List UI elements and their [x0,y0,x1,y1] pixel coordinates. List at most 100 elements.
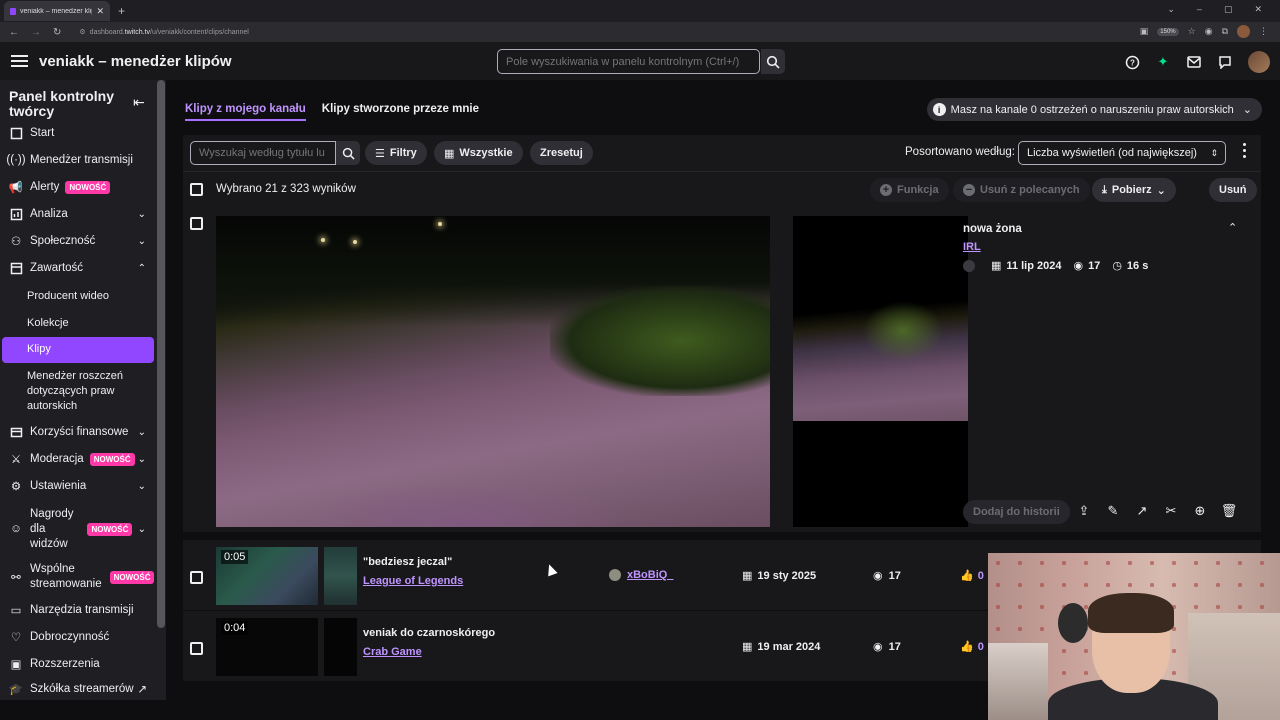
tab-close-icon[interactable]: ✕ [96,6,104,17]
clip-title: nowa żona [963,223,1022,235]
clip-checkbox[interactable] [190,642,203,655]
select-arrows-icon: ⇕ [1210,148,1218,158]
clip-category-link[interactable]: League of Legends [363,575,463,587]
sidebar-item-stream-manager[interactable]: ((·)) Menedżer transmisji [0,153,156,167]
mail-icon[interactable] [1186,54,1202,70]
analytics-icon [9,207,23,221]
chat-bubble-icon[interactable] [1217,54,1233,70]
url-field[interactable]: ⚙ dashboard.twitch.tv/u/veniakk/content/… [79,28,248,37]
clip-checkbox[interactable] [190,217,203,230]
dashboard-search-button[interactable] [761,49,785,74]
sidebar-item-alerts[interactable]: 📢 Alerty NOWOŚĆ [0,180,156,194]
clip-vertical-thumbnail[interactable] [324,618,357,676]
tab-list-icon[interactable]: ⌄ [1167,4,1175,15]
sidebar-item-moderation[interactable]: ⚔ Moderacja NOWOŚĆ ⌄ [0,452,156,466]
new-badge: NOWOŚĆ [109,570,155,584]
clip-date: ▦ 19 mar 2024 [742,640,821,654]
scissors-icon[interactable]: ✂ [1163,503,1179,519]
reload-icon[interactable]: ↻ [53,27,61,38]
clip-search-input[interactable] [190,141,336,165]
collapse-sidebar-icon[interactable]: ⇤ [133,94,145,111]
sidebar-item-settings[interactable]: ⚙ Ustawienia ⌄ [0,479,156,493]
clip-checkbox[interactable] [190,571,203,584]
add-circle-icon[interactable]: ⊕ [1192,503,1208,519]
sidebar-item-co-streaming[interactable]: ⚯ Wspólne streamowanie NOWOŚĆ [0,562,156,592]
sidebar-subitem-collections[interactable]: Kolekcje [27,316,69,331]
more-options-icon[interactable] [1241,143,1247,158]
sidebar-item-charity[interactable]: ♡ Dobroczynność [0,630,156,644]
sidebar-item-content[interactable]: Zawartość ⌃ [0,261,156,275]
sidebar-item-start[interactable]: Start [0,126,156,140]
calendar-icon: ▦ [991,260,1002,272]
crown-sparkle-icon[interactable]: ✦ [1155,54,1171,70]
sidebar-item-monetization[interactable]: Korzyści finansowe ⌄ [0,425,156,439]
chevron-down-icon: ⌄ [137,235,146,247]
feature-button[interactable]: + Funkcja [870,178,949,202]
window-close-icon[interactable]: ✕ [1254,4,1262,15]
sidebar-item-extensions[interactable]: ▣ Rozszerzenia [0,657,156,671]
minimize-icon[interactable]: – [1197,4,1202,15]
browser-menu-icon[interactable]: ⋮ [1259,26,1268,37]
trash-icon[interactable]: 🗑 [1221,503,1238,519]
maximize-icon[interactable]: ▢ [1224,4,1233,15]
sidebar-scrollbar[interactable] [157,80,165,628]
clip-views: ◉ 17 [873,569,901,583]
plus-circle-icon: + [880,184,892,196]
unfeature-button[interactable]: − Usuń z polecanych [953,178,1090,202]
filter-sliders-icon: ☰ [375,147,385,160]
copyright-warning[interactable]: i Masz na kanale 0 ostrzeżeń o naruszeni… [926,98,1262,121]
dashboard-search-input[interactable] [497,49,760,74]
new-badge: NOWOŚĆ [87,522,133,536]
extension-icon[interactable]: ◉ [1205,26,1213,37]
tab-my-clips[interactable]: Klipy stworzone przeze mnie [322,103,479,121]
back-icon[interactable]: ← [9,27,19,38]
extensions-puzzle-icon[interactable]: ⧉ [1222,26,1228,37]
home-icon [9,126,23,140]
sidebar-item-community[interactable]: ⚇ Społeczność ⌄ [0,234,156,248]
site-info-icon[interactable]: ⚙ [79,28,85,36]
filters-button[interactable]: ☰ Filtry [365,141,427,165]
user-avatar[interactable] [1248,51,1270,73]
clip-category-link[interactable]: Crab Game [363,646,422,658]
add-to-history-button[interactable]: Dodaj do historii [963,500,1070,524]
sidebar-subitem-copyright-claims[interactable]: Menedżer roszczeń dotyczących praw autor… [27,369,142,414]
download-button[interactable]: ⤓ Pobierz ⌄ [1092,178,1176,202]
sort-select[interactable]: Liczba wyświetleń (od największej) ⇕ [1018,141,1226,165]
eye-icon: ◉ [873,570,883,582]
open-external-icon[interactable]: ↗ [1134,503,1150,519]
tab-channel-clips[interactable]: Klipy z mojego kanału [185,103,306,121]
co-stream-icon: ⚯ [11,572,21,584]
collapse-chevron-up-icon[interactable]: ⌃ [1228,221,1237,234]
sidebar-subitem-video-producer[interactable]: Producent wideo [27,289,109,304]
select-all-checkbox[interactable] [190,183,203,196]
edit-pencil-icon[interactable]: ✎ [1105,503,1121,519]
clip-creator[interactable]: xBoBiQ_ [609,569,673,581]
chevron-up-icon: ⌃ [137,262,146,274]
sidebar-item-analytics[interactable]: Analiza ⌄ [0,207,156,221]
help-icon[interactable]: ? [1124,54,1140,70]
sidebar-item-stream-tools[interactable]: ▭ Narzędzia transmisji [0,603,156,617]
clip-vertical-thumbnail[interactable] [793,216,968,527]
translate-icon[interactable]: ▣ [1140,26,1149,37]
clip-search-button[interactable] [336,141,360,165]
forward-icon[interactable]: → [31,27,41,38]
zoom-badge[interactable]: 150% [1157,27,1179,36]
calendar-icon: ▦ [742,641,753,653]
sidebar-item-streamer-school[interactable]: 🎓 Szkółka streamerów ↗ [0,683,156,695]
clip-vertical-thumbnail[interactable] [324,547,357,605]
sidebar-item-viewer-rewards[interactable]: ☺ Nagrody dla widzów NOWOŚĆ ⌄ [0,507,156,551]
delete-button[interactable]: Usuń [1209,178,1257,202]
new-tab-icon[interactable]: + [118,4,125,18]
search-icon [342,147,355,160]
profile-avatar-small[interactable] [1237,25,1250,38]
clip-video-player[interactable] [216,216,770,527]
share-icon[interactable]: ⇪ [1076,503,1092,519]
clip-category-link[interactable]: IRL [963,241,981,253]
clip-title: veniak do czarnoskórego [363,627,496,639]
menu-icon[interactable] [11,55,28,67]
all-dates-button[interactable]: ▦ Wszystkie [434,141,523,165]
reset-button[interactable]: Zresetuj [530,141,593,165]
browser-tab[interactable]: veniakk – menedżer klipów ✕ [4,1,110,21]
sidebar-subitem-clips[interactable]: Klipy [2,337,154,363]
bookmark-star-icon[interactable]: ☆ [1188,26,1196,37]
